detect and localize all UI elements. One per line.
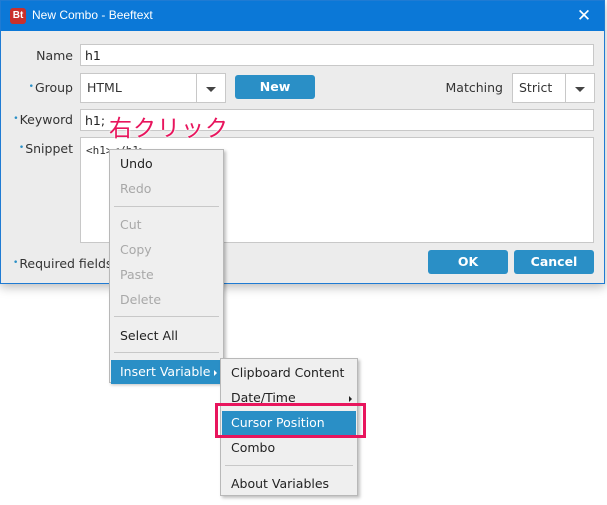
- menu-item-delete[interactable]: Delete: [110, 288, 223, 312]
- menu-item-select-all[interactable]: Select All: [110, 324, 223, 348]
- snippet-label: •Snippet: [18, 141, 73, 156]
- beeftext-app-icon: Bt: [10, 8, 26, 24]
- required-fields-note: •Required fields: [13, 256, 113, 271]
- menu-separator: [114, 206, 219, 207]
- submenu-arrow-icon: [349, 396, 352, 402]
- name-input[interactable]: h1: [80, 44, 594, 66]
- menu-separator: [114, 316, 219, 317]
- group-value: HTML: [87, 80, 122, 95]
- close-icon[interactable]: ✕: [572, 4, 596, 28]
- menu-item-copy[interactable]: Copy: [110, 238, 223, 262]
- title-bar: Bt New Combo - Beeftext ✕: [1, 1, 604, 31]
- chevron-down-icon[interactable]: [196, 74, 225, 102]
- window-title: New Combo - Beeftext: [32, 8, 153, 22]
- submenu-arrow-icon: [214, 370, 217, 376]
- chevron-down-icon[interactable]: [565, 74, 594, 102]
- required-marker: •: [28, 82, 34, 92]
- menu-separator: [114, 352, 219, 353]
- menu-item-paste[interactable]: Paste: [110, 263, 223, 287]
- menu-item-undo[interactable]: Undo: [110, 152, 223, 176]
- matching-label: Matching: [445, 80, 503, 95]
- matching-dropdown[interactable]: Strict: [512, 73, 595, 103]
- required-marker: •: [18, 143, 25, 153]
- matching-value: Strict: [519, 80, 553, 95]
- menu-separator: [225, 465, 353, 466]
- required-marker: •: [13, 114, 19, 124]
- new-group-button[interactable]: New: [235, 75, 315, 99]
- required-marker: •: [13, 258, 19, 268]
- cancel-button[interactable]: Cancel: [514, 250, 594, 274]
- name-label: Name: [36, 48, 73, 63]
- submenu-item-clipboard-content[interactable]: Clipboard Content: [221, 361, 357, 385]
- keyword-label: •Keyword: [13, 112, 73, 127]
- group-dropdown[interactable]: HTML: [80, 73, 226, 103]
- submenu-item-about-variables[interactable]: About Variables: [221, 472, 357, 496]
- group-label: •Group: [28, 80, 73, 95]
- context-menu: Undo Redo Cut Copy Paste Delete Select A…: [109, 149, 224, 384]
- menu-item-redo[interactable]: Redo: [110, 177, 223, 201]
- highlight-annotation-box: [215, 403, 366, 438]
- ok-button[interactable]: OK: [428, 250, 508, 274]
- new-combo-dialog: Bt New Combo - Beeftext ✕ Name h1 •Group…: [0, 0, 605, 284]
- menu-item-cut[interactable]: Cut: [110, 213, 223, 237]
- menu-item-insert-variable[interactable]: Insert Variable: [111, 360, 222, 384]
- submenu-item-combo[interactable]: Combo: [221, 436, 357, 460]
- right-click-annotation: 右クリック: [109, 116, 229, 142]
